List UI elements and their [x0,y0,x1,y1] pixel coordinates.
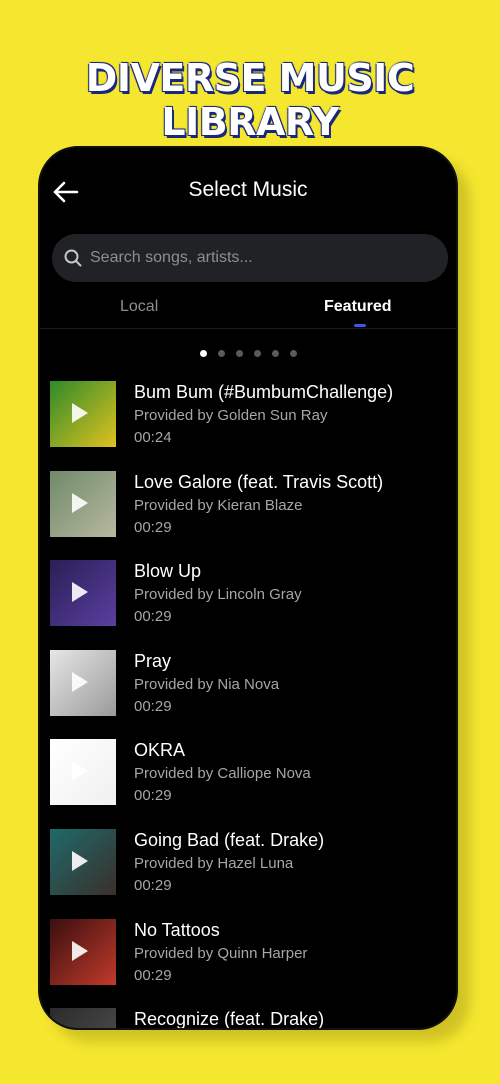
pagination-dot[interactable] [235,350,243,357]
song-title: Blow Up [134,561,202,582]
play-icon[interactable] [72,403,88,423]
song-title: OKRA [134,740,186,761]
search-bar[interactable] [52,234,448,282]
pagination-dot[interactable] [199,350,207,357]
song-duration: 00:29 [134,608,172,626]
song-row[interactable]: Love Galore (feat. Travis Scott) Provide… [50,468,450,558]
song-list: Bum Bum (#BumbumChallenge) Provided by G… [50,378,450,1030]
search-icon [64,249,82,267]
play-icon[interactable] [72,492,88,513]
song-duration: 00:29 [134,697,172,715]
song-title: No Tattoos [134,919,220,940]
play-icon[interactable] [72,850,88,871]
play-icon[interactable] [72,671,88,692]
song-provider: Provided by Nia Nova [134,675,280,693]
play-icon[interactable] [72,582,88,603]
play-icon[interactable] [72,940,88,961]
album-cover[interactable] [50,649,116,716]
song-title: Pray [134,650,172,671]
pagination-dot[interactable] [253,350,261,357]
page-title: Select Music [188,178,308,201]
song-provider: Provided by Kieran Blaze [134,496,303,514]
top-bar: Select Music [40,148,456,234]
song-provider: Provided by Quinn Harper [134,944,308,962]
song-title: Recognize (feat. Drake) [134,1009,325,1030]
tab-bar: Local Featured [40,290,456,329]
play-icon[interactable] [72,761,88,782]
song-row[interactable]: Pray Provided by Nia Nova 00:29 [50,647,450,737]
song-row[interactable]: OKRA Provided by Calliope Nova 00:29 [50,736,450,826]
album-cover[interactable] [50,828,116,895]
pagination-dot[interactable] [289,350,297,357]
song-duration: 00:29 [134,876,172,894]
song-provider: Provided by Calliope Nova [134,765,311,783]
tab-featured[interactable]: Featured [324,298,392,316]
song-duration: 00:29 [134,787,172,805]
album-cover[interactable] [50,918,116,985]
album-cover[interactable] [50,739,116,806]
search-input[interactable] [88,248,422,268]
song-row[interactable]: Recognize (feat. Drake) [50,1005,450,1030]
album-cover[interactable] [50,470,116,537]
active-tab-indicator [354,324,366,327]
song-duration: 00:29 [134,966,172,984]
song-row[interactable]: Blow Up Provided by Lincoln Gray 00:29 [50,557,450,647]
album-cover[interactable] [50,1008,116,1028]
song-provider: Provided by Hazel Luna [134,854,294,872]
pagination-dot[interactable] [271,350,279,357]
carousel-pagination [40,350,456,357]
pagination-dot[interactable] [217,350,225,357]
song-duration: 00:24 [134,429,172,446]
song-title: Bum Bum (#BumbumChallenge) [134,382,394,402]
promo-banner-title: DIVERSE MUSIC LIBRARY [85,56,415,144]
song-provider: Provided by Golden Sun Ray [134,407,328,424]
song-row[interactable]: No Tattoos Provided by Quinn Harper 00:2… [50,916,450,1006]
song-provider: Provided by Lincoln Gray [134,586,302,604]
album-cover[interactable] [50,381,116,447]
song-title: Love Galore (feat. Travis Scott) [134,471,384,492]
song-title: Going Bad (feat. Drake) [134,829,325,850]
song-row[interactable]: Bum Bum (#BumbumChallenge) Provided by G… [50,378,450,468]
album-cover[interactable] [50,560,116,627]
song-duration: 00:29 [134,518,172,536]
song-row[interactable]: Going Bad (feat. Drake) Provided by Haze… [50,826,450,916]
tab-local[interactable]: Local [120,298,158,316]
phone-frame: Select Music Local Featured Bum Bum (#Bu… [38,146,458,1030]
